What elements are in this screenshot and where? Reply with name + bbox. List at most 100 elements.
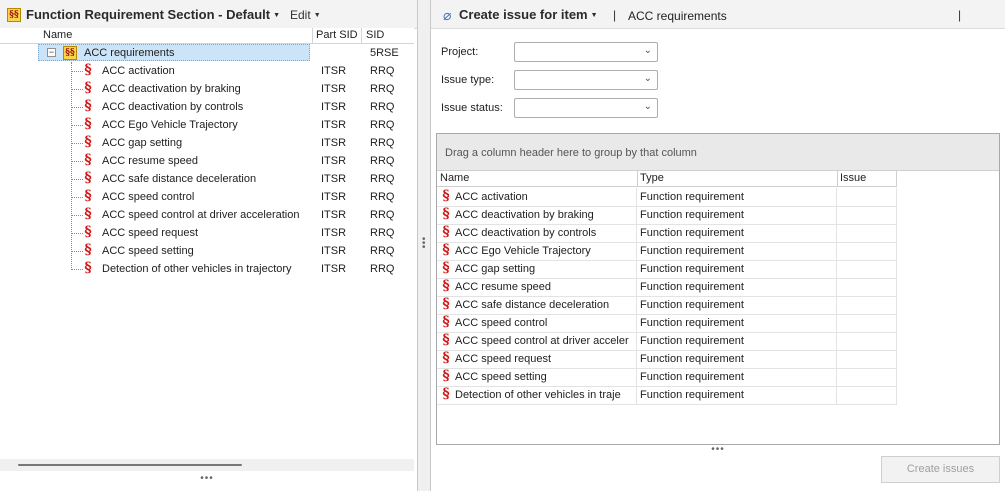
grid-header-issue[interactable]: Issue xyxy=(840,172,866,184)
grid-cell-type[interactable]: Function requirement xyxy=(637,296,837,314)
grid-cell-type[interactable]: Function requirement xyxy=(637,206,837,224)
section-sign-icon: § xyxy=(442,224,450,240)
section-sign-icon: § xyxy=(84,242,92,258)
tree-item[interactable]: § ACC deactivation by controls ITSR RRQ xyxy=(0,98,414,116)
section-sign-icon: § xyxy=(84,62,92,78)
grid-cell-issue[interactable] xyxy=(837,278,897,296)
grid-cell-issue[interactable] xyxy=(837,350,897,368)
grid-cell-name[interactable]: § ACC resume speed xyxy=(437,278,637,296)
tree-item-label: ACC safe distance deceleration xyxy=(102,173,257,185)
grid-cell-issue[interactable] xyxy=(837,242,897,260)
grid-cell-type[interactable]: Function requirement xyxy=(637,224,837,242)
resize-grip[interactable]: ••• xyxy=(431,444,1005,455)
grid-row[interactable]: § ACC speed request Function requirement xyxy=(437,350,897,369)
project-select[interactable]: ⌄ xyxy=(514,42,658,62)
column-header-name[interactable]: Name xyxy=(43,29,72,41)
column-header-part-sid[interactable]: Part SID xyxy=(316,29,358,41)
grid-row[interactable]: § ACC resume speed Function requirement xyxy=(437,278,897,297)
tree-connector xyxy=(71,89,83,90)
tree-connector xyxy=(71,269,83,270)
grid-row[interactable]: § ACC activation Function requirement xyxy=(437,188,897,207)
tree-item[interactable]: § ACC speed control at driver acceleratio… xyxy=(0,206,414,224)
grid-row[interactable]: § ACC speed control at driver acceler Func… xyxy=(437,332,897,351)
grid-cell-issue[interactable] xyxy=(837,314,897,332)
tree-item[interactable]: § ACC speed request ITSR RRQ xyxy=(0,224,414,242)
grid-cell-type[interactable]: Function requirement xyxy=(637,314,837,332)
grid-cell-name[interactable]: § ACC gap setting xyxy=(437,260,637,278)
tree-item[interactable]: § ACC activation ITSR RRQ xyxy=(0,62,414,80)
edit-menu[interactable]: Edit ▼ xyxy=(290,8,321,22)
grid-column-header: Name Type Issue xyxy=(437,170,897,187)
grid-cell-issue[interactable] xyxy=(837,188,897,206)
chevron-down-icon: ⌄ xyxy=(643,73,652,84)
grid-cell-type[interactable]: Function requirement xyxy=(637,350,837,368)
tree-item[interactable]: § ACC speed control ITSR RRQ xyxy=(0,188,414,206)
grid-cell-issue[interactable] xyxy=(837,296,897,314)
grid-cell-name[interactable]: § Detection of other vehicles in traje xyxy=(437,386,637,404)
tree-item-part-sid: ITSR xyxy=(321,119,347,131)
grid-row[interactable]: § ACC Ego Vehicle Trajectory Function requ… xyxy=(437,242,897,261)
grid-cell-type[interactable]: Function requirement xyxy=(637,386,837,404)
group-by-panel[interactable]: Drag a column header here to group by th… xyxy=(437,134,999,171)
grid-cell-type[interactable]: Function requirement xyxy=(637,260,837,278)
tree-item[interactable]: § Detection of other vehicles in trajecto… xyxy=(0,260,414,278)
tree-item-sid: RRQ xyxy=(370,227,395,239)
grid-header-type[interactable]: Type xyxy=(640,172,664,184)
pane-splitter[interactable]: • • • xyxy=(418,0,430,491)
grid-cell-name[interactable]: § ACC deactivation by controls xyxy=(437,224,637,242)
grid-cell-issue[interactable] xyxy=(837,224,897,242)
grid-cell-type[interactable]: Function requirement xyxy=(637,188,837,206)
tree-title-dropdown[interactable]: Function Requirement Section - Default ▼ xyxy=(26,7,280,22)
grid-row[interactable]: § ACC speed setting Function requirement xyxy=(437,368,897,387)
grid-row[interactable]: § ACC deactivation by braking Function req… xyxy=(437,206,897,225)
tree-item[interactable]: § ACC speed setting ITSR RRQ xyxy=(0,242,414,260)
tree-connector xyxy=(71,215,83,216)
column-header-sid[interactable]: SID xyxy=(366,29,384,41)
grid-cell-name[interactable]: § ACC speed request xyxy=(437,350,637,368)
tree-item[interactable]: § ACC resume speed ITSR RRQ xyxy=(0,152,414,170)
tree-connector xyxy=(71,233,83,234)
tree-item[interactable]: § ACC Ego Vehicle Trajectory ITSR RRQ xyxy=(0,116,414,134)
grid-cell-issue[interactable] xyxy=(837,206,897,224)
tree-item[interactable]: § ACC gap setting ITSR RRQ xyxy=(0,134,414,152)
scrollbar-thumb[interactable] xyxy=(18,464,242,466)
grid-cell-name[interactable]: § ACC speed setting xyxy=(437,368,637,386)
issue-status-label: Issue status: xyxy=(441,102,503,114)
grid-header-name[interactable]: Name xyxy=(440,172,469,184)
grid-row[interactable]: § ACC safe distance deceleration Function … xyxy=(437,296,897,315)
chevron-down-icon: ▼ xyxy=(590,12,598,19)
tree-item-label: ACC Ego Vehicle Trajectory xyxy=(102,119,238,131)
grid-cell-type[interactable]: Function requirement xyxy=(637,278,837,296)
grid-cell-issue[interactable] xyxy=(837,368,897,386)
create-issues-button[interactable]: Create issues xyxy=(881,456,1000,483)
issue-status-select[interactable]: ⌄ xyxy=(514,98,658,118)
tree-item[interactable]: § ACC safe distance deceleration ITSR RRQ xyxy=(0,170,414,188)
grid-row[interactable]: § ACC deactivation by controls Function re… xyxy=(437,224,897,243)
chevron-down-icon: ⌄ xyxy=(643,45,652,56)
grid-cell-name[interactable]: § ACC Ego Vehicle Trajectory xyxy=(437,242,637,260)
grid-cell-issue[interactable] xyxy=(837,332,897,350)
grid-cell-type[interactable]: Function requirement xyxy=(637,368,837,386)
tree-root-row[interactable]: − §§ ACC requirements 5RSE xyxy=(0,44,414,62)
grid-cell-name[interactable]: § ACC speed control at driver acceler xyxy=(437,332,637,350)
horizontal-scrollbar[interactable] xyxy=(0,459,414,471)
tree-item-sid: RRQ xyxy=(370,65,395,77)
grid-row[interactable]: § ACC speed control Function requirement xyxy=(437,314,897,333)
grid-cell-issue[interactable] xyxy=(837,386,897,404)
grid-cell-name[interactable]: § ACC speed control xyxy=(437,314,637,332)
grid-cell-type[interactable]: Function requirement xyxy=(637,332,837,350)
grid-cell-name[interactable]: § ACC safe distance deceleration xyxy=(437,296,637,314)
grid-cell-issue[interactable] xyxy=(837,260,897,278)
grid-row[interactable]: § Detection of other vehicles in traje Fun… xyxy=(437,386,897,405)
tree-item[interactable]: § ACC deactivation by braking ITSR RRQ xyxy=(0,80,414,98)
collapse-icon[interactable]: − xyxy=(47,48,56,57)
tree-connector xyxy=(71,125,83,126)
issue-type-select[interactable]: ⌄ xyxy=(514,70,658,90)
resize-grip[interactable]: ••• xyxy=(0,473,414,484)
grid-row[interactable]: § ACC gap setting Function requirement xyxy=(437,260,897,279)
create-issue-title-dropdown[interactable]: Create issue for item ▼ xyxy=(459,7,598,22)
grid-cell-name[interactable]: § ACC activation xyxy=(437,188,637,206)
tree-connector xyxy=(71,161,83,162)
grid-cell-type[interactable]: Function requirement xyxy=(637,242,837,260)
grid-cell-name[interactable]: § ACC deactivation by braking xyxy=(437,206,637,224)
